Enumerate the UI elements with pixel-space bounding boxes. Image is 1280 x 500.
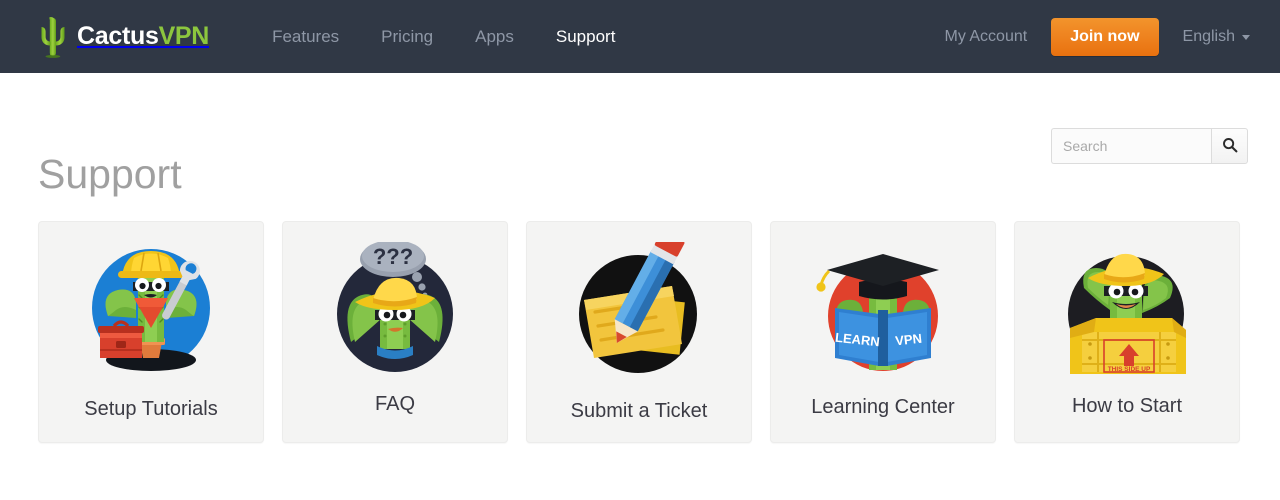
card-label: Learning Center <box>811 396 955 418</box>
site-logo[interactable]: CactusVPN <box>38 0 209 73</box>
language-selector[interactable]: English <box>1183 28 1250 46</box>
envelope-pencil-illustration <box>564 242 714 382</box>
support-card-setup-tutorials[interactable]: Setup Tutorials <box>38 221 264 443</box>
join-now-button[interactable]: Join now <box>1051 17 1159 56</box>
nav-item-pricing[interactable]: Pricing <box>360 0 454 73</box>
cactus-graduate-illustration: LEARN VPN <box>811 248 955 376</box>
header-actions: My Account Join now English <box>944 0 1250 73</box>
cactus-logo-icon <box>38 15 77 59</box>
search-button[interactable] <box>1211 128 1248 164</box>
nav-item-support[interactable]: Support <box>535 0 637 73</box>
search-icon <box>1222 137 1238 156</box>
nav-item-apps[interactable]: Apps <box>454 0 535 73</box>
support-card-learning-center[interactable]: LEARN VPN Learning Center <box>770 221 996 443</box>
svg-text:???: ??? <box>373 244 413 269</box>
cactus-engineer-illustration <box>78 238 224 384</box>
search-input[interactable] <box>1051 128 1211 164</box>
logo-wordmark: CactusVPN <box>77 22 209 51</box>
main-nav: Features Pricing Apps Support <box>251 0 636 73</box>
support-card-grid: Setup Tutorials ??? FAQ Submit a Ticket … <box>38 221 1242 443</box>
logo-text-accent: VPN <box>158 22 210 50</box>
svg-text:VPN: VPN <box>894 331 922 349</box>
cactus-crate-illustration: THIS SIDE UP <box>1052 240 1202 382</box>
support-card-submit-a-ticket[interactable]: Submit a Ticket <box>526 221 752 443</box>
site-header: CactusVPN Features Pricing Apps Support … <box>0 0 1280 73</box>
search-box <box>1051 128 1248 164</box>
logo-text-primary: Cactus <box>77 22 159 50</box>
nav-item-features[interactable]: Features <box>251 0 360 73</box>
language-label: English <box>1182 27 1235 45</box>
card-label: How to Start <box>1071 395 1183 417</box>
page-title: Support <box>38 151 182 198</box>
card-label: Setup Tutorials <box>84 398 218 420</box>
cactus-thinking-illustration: ??? <box>325 242 465 378</box>
card-label: FAQ <box>374 393 415 415</box>
card-label: Submit a Ticket <box>570 400 708 422</box>
support-card-how-to-start[interactable]: THIS SIDE UP How to Start <box>1014 221 1240 443</box>
chevron-down-icon <box>1242 35 1250 40</box>
support-card-faq[interactable]: ??? FAQ <box>282 221 508 443</box>
my-account-link[interactable]: My Account <box>944 28 1027 46</box>
svg-text:THIS SIDE UP: THIS SIDE UP <box>1108 366 1151 373</box>
